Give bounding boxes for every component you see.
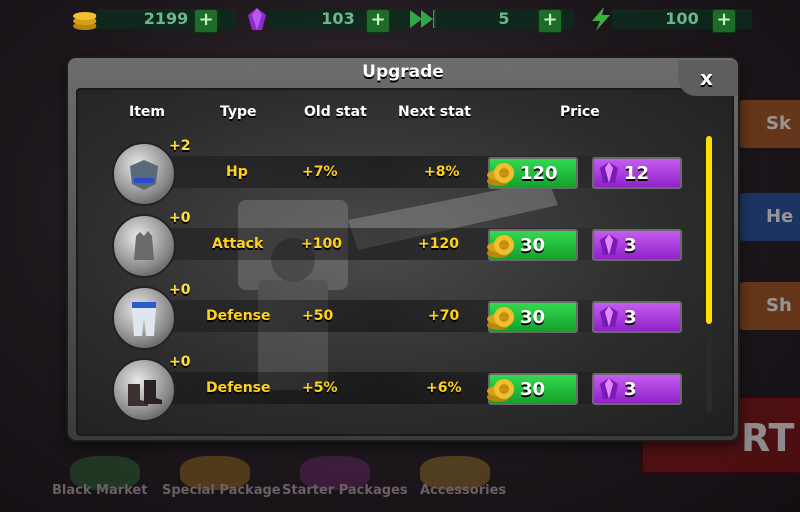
side-tab-heroes[interactable]: He bbox=[738, 193, 800, 241]
nav-black-market[interactable]: Black Market bbox=[52, 483, 147, 498]
upgrade-dialog: Upgrade x Item Type Old stat Next stat P… bbox=[68, 58, 738, 440]
buy-energy-button[interactable]: + bbox=[712, 9, 736, 33]
resource-bar: 2199 + 103 + 5 + 100 + bbox=[0, 0, 800, 38]
gold-price: 30 bbox=[520, 379, 546, 400]
coin-stack-icon bbox=[487, 379, 514, 402]
upgrade-row: +0 Defense +5% +6% 30 3 bbox=[68, 274, 738, 422]
buy-skips-button[interactable]: + bbox=[538, 9, 562, 33]
upgrade-row: +2 Hp +7% +8% 120 12 bbox=[68, 58, 738, 206]
stat-type: Defense bbox=[206, 380, 271, 396]
buy-coins-button[interactable]: + bbox=[194, 9, 218, 33]
buy-with-gold-button[interactable]: 30 bbox=[487, 373, 578, 405]
scrollbar-thumb[interactable] bbox=[706, 136, 712, 324]
side-tab-skills[interactable]: Sk bbox=[738, 100, 800, 148]
nav-starter-packages[interactable]: Starter Packages bbox=[282, 483, 408, 498]
next-stat: +6% bbox=[426, 380, 462, 396]
item-level: +0 bbox=[169, 354, 191, 370]
nav-special-package[interactable]: Special Package bbox=[162, 483, 281, 498]
side-tab-shop[interactable]: Sh bbox=[738, 282, 800, 330]
old-stat: +5% bbox=[302, 380, 338, 396]
upgrade-row: +0 Defense +50 +70 30 3 bbox=[68, 202, 738, 350]
boots-icon[interactable] bbox=[112, 358, 176, 422]
nav-accessories[interactable]: Accessories bbox=[420, 483, 506, 498]
buy-with-gems-button[interactable]: 3 bbox=[592, 373, 682, 405]
buy-gems-button[interactable]: + bbox=[366, 9, 390, 33]
gem-price: 3 bbox=[624, 379, 637, 400]
shop-bottom-nav: Black Market Special Package Starter Pac… bbox=[0, 440, 800, 512]
upgrade-row: +0 Attack +100 +120 30 3 bbox=[68, 130, 738, 278]
purple-gem-icon bbox=[600, 378, 618, 399]
